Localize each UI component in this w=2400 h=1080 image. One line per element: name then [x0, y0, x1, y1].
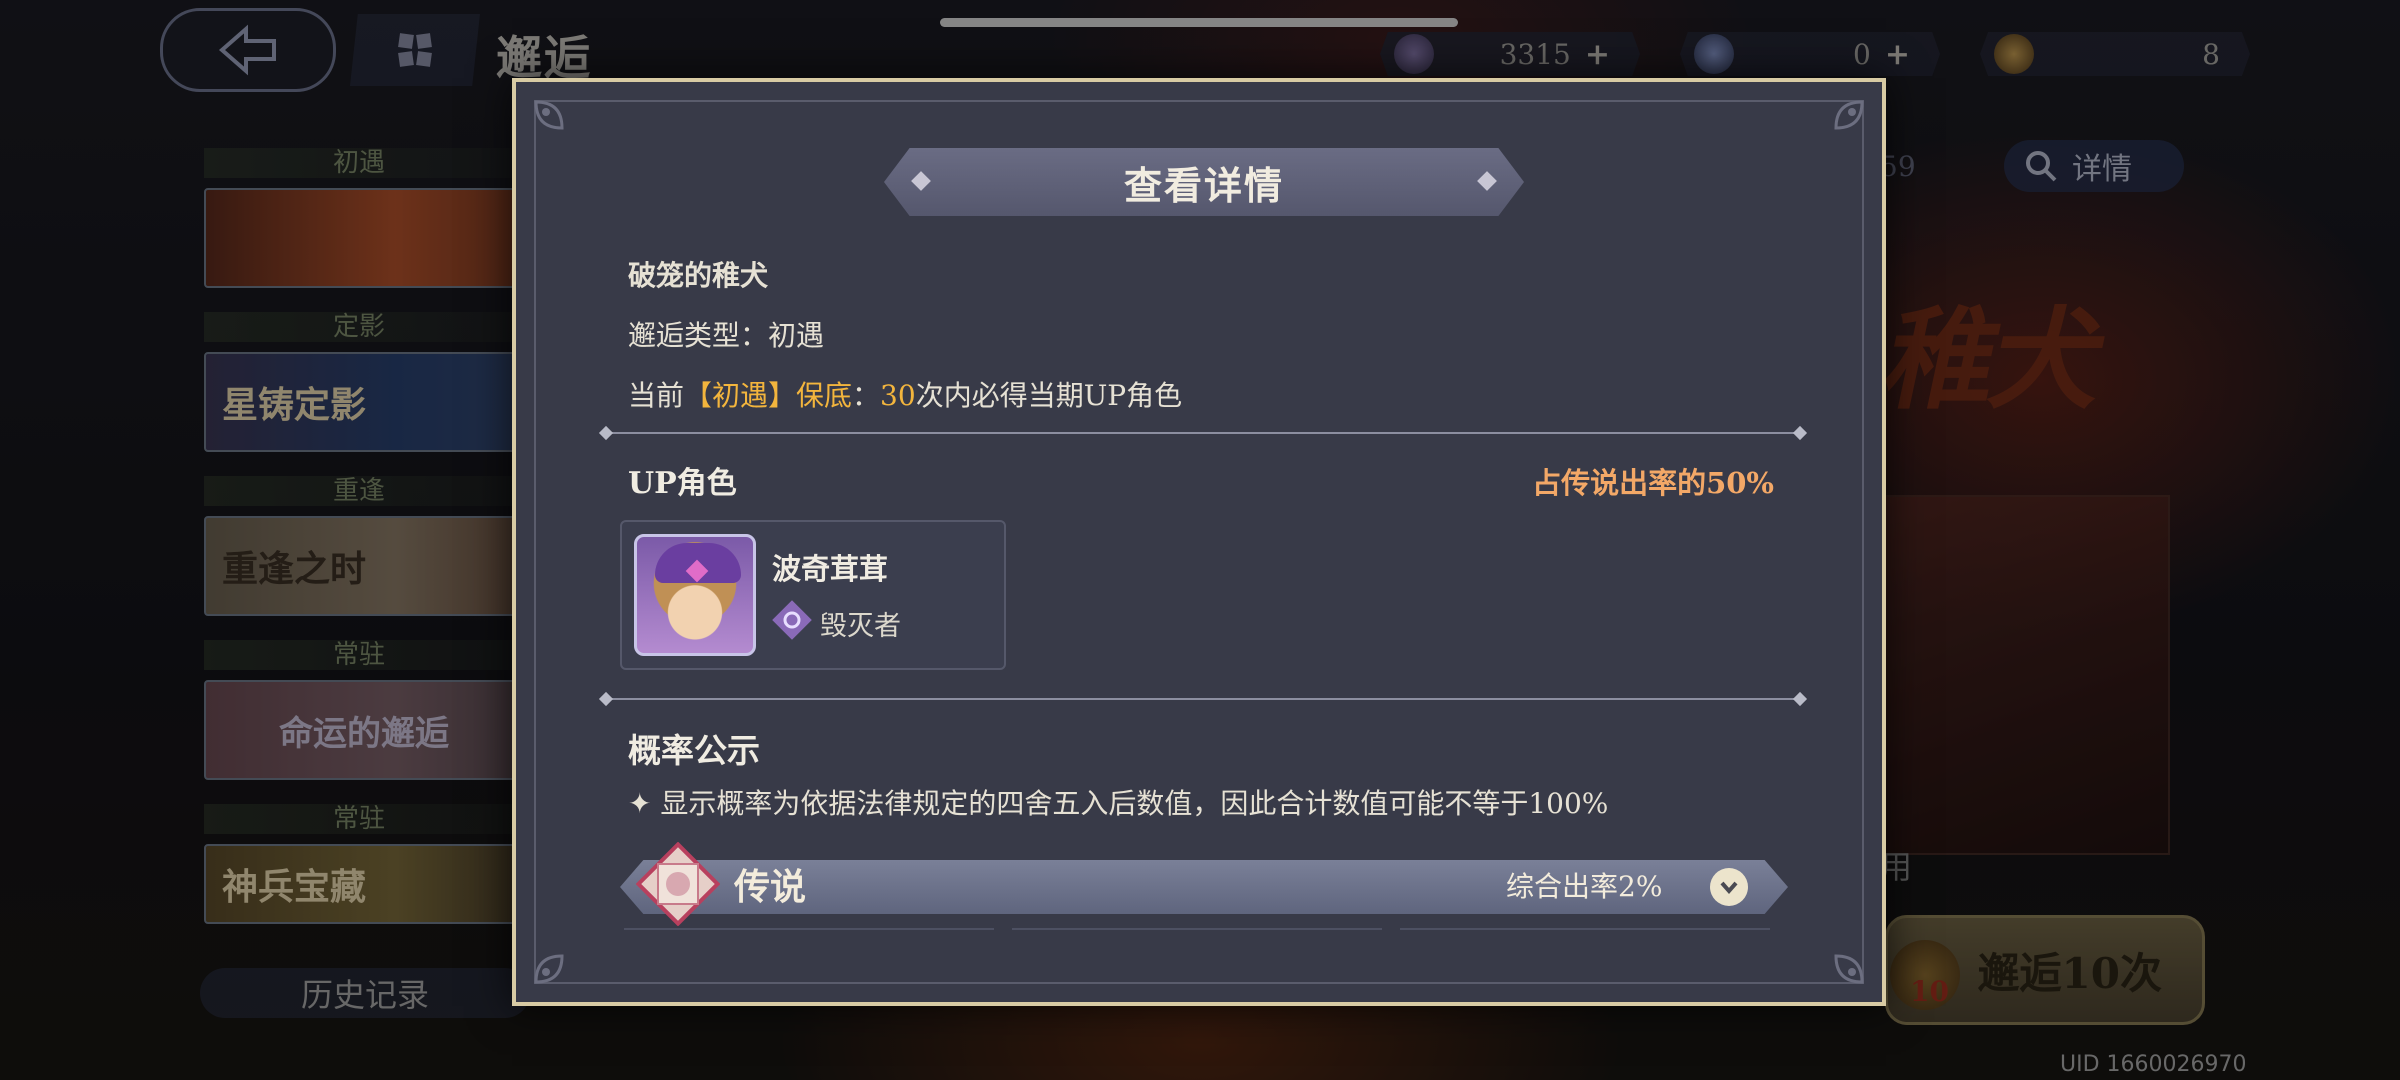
pity-highlight: 【初遇】保底: [684, 379, 853, 412]
destroyer-class-icon: [772, 600, 812, 640]
pity-prefix: 当前: [628, 379, 685, 412]
up-section-title: UP角色: [628, 466, 737, 501]
corner-ornament-icon: [532, 926, 592, 986]
modal-title: 查看详情: [1123, 162, 1284, 208]
diamond-ornament-icon: [1477, 171, 1497, 191]
chevron-down-icon: [1720, 881, 1738, 895]
modal-title-bar: 查看详情: [884, 148, 1524, 216]
pity-line: 当前【初遇】保底：30次内必得当期UP角色: [628, 374, 1182, 414]
corner-ornament-icon: [1806, 926, 1866, 986]
probability-notice: ✦ 显示概率为依据法律规定的四舍五入后数值，因此合计数值可能不等于100%: [628, 787, 1609, 820]
banner-type-value: 初遇: [768, 319, 825, 352]
banner-name: 破笼的稚犬: [628, 259, 769, 292]
up-character-card[interactable]: 波奇茸茸 毁灭者: [620, 520, 1006, 670]
probability-title: 概率公示: [628, 731, 760, 770]
banner-type-line: 邂逅类型：初遇: [628, 314, 824, 354]
character-portrait: [634, 534, 756, 656]
legend-tier-label: 传说: [734, 866, 807, 908]
corner-ornament-icon: [532, 98, 592, 158]
legend-rarity-icon: [636, 842, 720, 926]
character-name: 波奇茸茸: [772, 552, 889, 586]
section-divider: [606, 698, 1800, 700]
list-item: [1400, 928, 1770, 936]
expand-tier-button[interactable]: [1710, 868, 1748, 906]
corner-ornament-icon: [1806, 98, 1866, 158]
pity-suffix: 次内必得当期UP角色: [915, 379, 1183, 412]
list-item: [1012, 928, 1382, 936]
character-class: 毁灭者: [820, 611, 901, 642]
legend-tier-rate: 综合出率2%: [1506, 870, 1663, 903]
pity-count: 30: [880, 379, 916, 412]
pity-colon: ：: [852, 379, 881, 412]
list-item: [624, 928, 994, 936]
banner-type-label: 邂逅类型：: [628, 319, 769, 352]
detail-modal: 查看详情 破笼的稚犬 邂逅类型：初遇 当前【初遇】保底：30次内必得当期UP角色…: [512, 78, 1886, 1006]
section-divider: [606, 432, 1800, 434]
diamond-ornament-icon: [911, 171, 931, 191]
up-rate: 占传说出率的50%: [1532, 466, 1774, 500]
